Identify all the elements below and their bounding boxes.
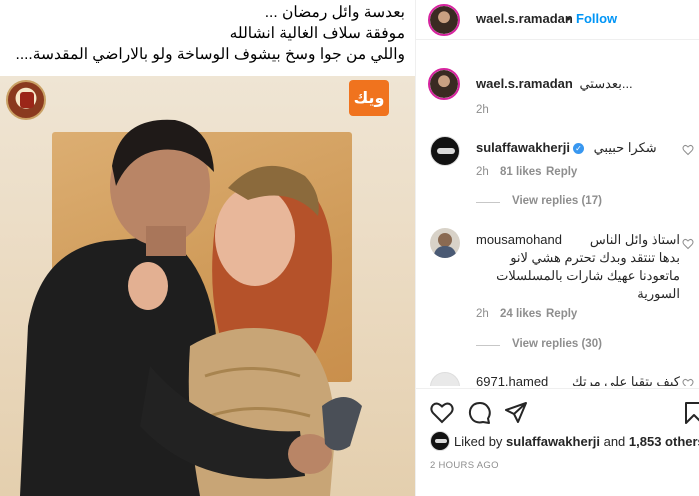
comment-avatar-mousamohand[interactable] (430, 228, 460, 258)
post-image[interactable]: ويك (0, 76, 415, 496)
liked-by-count[interactable]: 1,853 others (629, 434, 699, 449)
post-header: wael.s.ramadan • Follow (416, 0, 699, 40)
comment-2-line-3: ماتعودنا عهيك شارات بالمسلسلات (496, 268, 680, 283)
follow-button[interactable]: Follow (576, 11, 617, 26)
author-avatar[interactable] (428, 4, 460, 36)
heart-icon[interactable] (430, 402, 454, 424)
woman-head (215, 186, 295, 286)
liked-by-user[interactable]: sulaffawakherji (506, 434, 600, 449)
comment-1-like-icon[interactable] (682, 144, 694, 156)
caption-line-3: واللي من جوا وسخ بيشوف الوساخة ولو بالار… (15, 46, 405, 63)
comment-1-text: شكرا حبيبي (593, 140, 657, 155)
owner-caption-avatar[interactable] (428, 68, 460, 100)
comment-avatar-sulaffawakherji[interactable] (430, 136, 460, 166)
comment-2-time: 2h (476, 308, 489, 320)
header-separator: • (566, 11, 571, 26)
comments-list[interactable]: wael.s.ramadan بعدستي... 2h sulaffawakhe… (416, 58, 699, 386)
caption-line-2: موفقة سلاف الغالية انشالله (229, 25, 405, 42)
comment-1-likes[interactable]: 81 likes (500, 166, 542, 178)
post-details-panel: wael.s.ramadan • Follow wael.s.ramadan ب… (415, 0, 699, 496)
verified-badge-icon: ✓ (572, 143, 584, 154)
bookmark-icon[interactable] (684, 401, 699, 425)
comment-1: sulaffawakherji ✓ شكرا حبيبي (476, 140, 657, 156)
comment-1-username[interactable]: sulaffawakherji (476, 140, 570, 155)
comment-1-view-replies[interactable]: View replies (17) (512, 195, 602, 207)
liked-by-avatar[interactable] (430, 431, 450, 451)
comment-2-line-4: السورية (637, 286, 680, 301)
comment-2-line-1: استاذ وائل الناس (589, 232, 680, 247)
comment-1-time: 2h (476, 166, 489, 178)
poster-figures (20, 119, 362, 496)
owner-caption-time: 2h (476, 104, 489, 116)
post-media-column: بعدسة وائل رمضان ... موفقة سلاف الغالية … (0, 0, 415, 496)
share-icon[interactable] (504, 401, 528, 425)
post-time[interactable]: 2 HOURS AGO (430, 460, 499, 471)
comment-avatar-6971hamed[interactable] (430, 372, 460, 386)
comment-2-view-replies[interactable]: View replies (30) (512, 338, 602, 350)
comment-2-like-icon[interactable] (682, 238, 694, 250)
comment-1-reply[interactable]: Reply (546, 166, 577, 178)
liked-by-and: and (599, 434, 629, 449)
caption-line-1: بعدسة وائل رمضان ... (264, 4, 405, 21)
view-replies-divider (476, 345, 500, 346)
comment-icon[interactable] (468, 401, 492, 425)
owner-caption-username[interactable]: wael.s.ramadan (476, 76, 573, 91)
image-caption: بعدسة وائل رمضان ... موفقة سلاف الغالية … (0, 0, 415, 76)
comment-2-likes[interactable]: 24 likes (500, 308, 542, 320)
comment-3-like-icon[interactable] (682, 378, 694, 386)
liked-by: Liked by sulaffawakherji and 1,853 other… (454, 434, 699, 449)
comment-3-text: كيف بتقبا على مرتك (571, 374, 680, 386)
owner-caption: wael.s.ramadan بعدستي... (476, 76, 633, 92)
author-username[interactable]: wael.s.ramadan (476, 11, 573, 26)
comment-2-reply[interactable]: Reply (546, 308, 577, 320)
view-replies-divider (476, 202, 500, 203)
post-actions: Liked by sulaffawakherji and 1,853 other… (416, 388, 699, 496)
owner-caption-text: بعدستي... (579, 76, 633, 91)
liked-by-prefix: Liked by (454, 434, 507, 449)
comment-2-line-2: بدها تنتقد وبدك تحترم هشي لانو (510, 250, 680, 265)
